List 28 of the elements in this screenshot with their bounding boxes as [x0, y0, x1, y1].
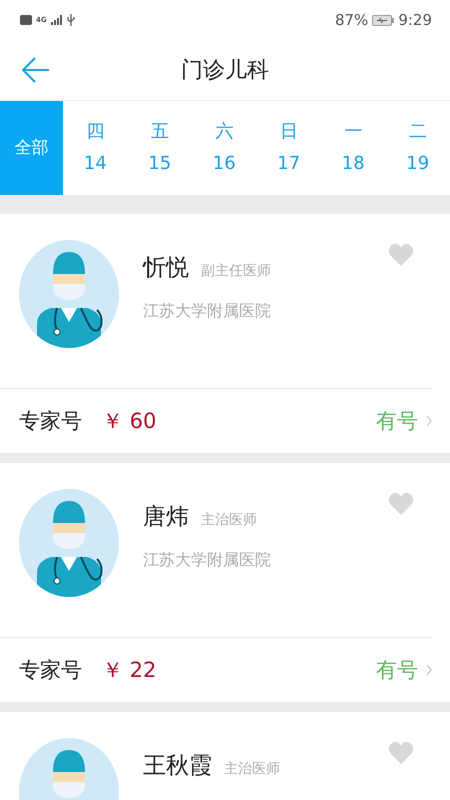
favorite-heart-icon[interactable] — [388, 741, 414, 765]
page-title: 门诊儿科 — [181, 57, 269, 85]
doctor-title: 副主任医师 — [201, 262, 271, 280]
chevron-right-icon — [426, 664, 432, 676]
hospital-name: 江苏大学附属医院 — [143, 301, 272, 322]
chevron-right-icon — [426, 415, 432, 427]
price: ￥ 22 — [102, 657, 158, 684]
registration-type: 专家号 — [19, 657, 82, 684]
back-arrow-icon[interactable] — [22, 57, 50, 83]
hospital-name: 江苏大学附属医院 — [143, 550, 272, 571]
doctor-name: 王秋霞 — [143, 752, 212, 781]
favorite-heart-icon[interactable] — [388, 243, 414, 267]
hd-icon — [20, 15, 32, 25]
availability-status: 有号 — [376, 657, 418, 684]
registration-type: 专家号 — [19, 408, 82, 435]
doctor-title: 主治医师 — [201, 511, 257, 529]
availability-status: 有号 — [376, 408, 418, 435]
battery-percent: 87% — [334, 11, 368, 29]
doctor-name: 唐炜 — [143, 503, 189, 532]
clock: 9:29 — [398, 11, 432, 29]
usb-icon — [66, 14, 75, 26]
signal-icon — [50, 15, 63, 25]
all-dates-tab[interactable]: 全部 — [0, 101, 63, 195]
doctor-name: 忻悦 — [143, 254, 189, 283]
battery-charging-icon — [372, 14, 394, 26]
doctor-title: 主治医师 — [224, 760, 280, 778]
price: ￥ 60 — [102, 408, 158, 435]
favorite-heart-icon[interactable] — [388, 492, 414, 516]
